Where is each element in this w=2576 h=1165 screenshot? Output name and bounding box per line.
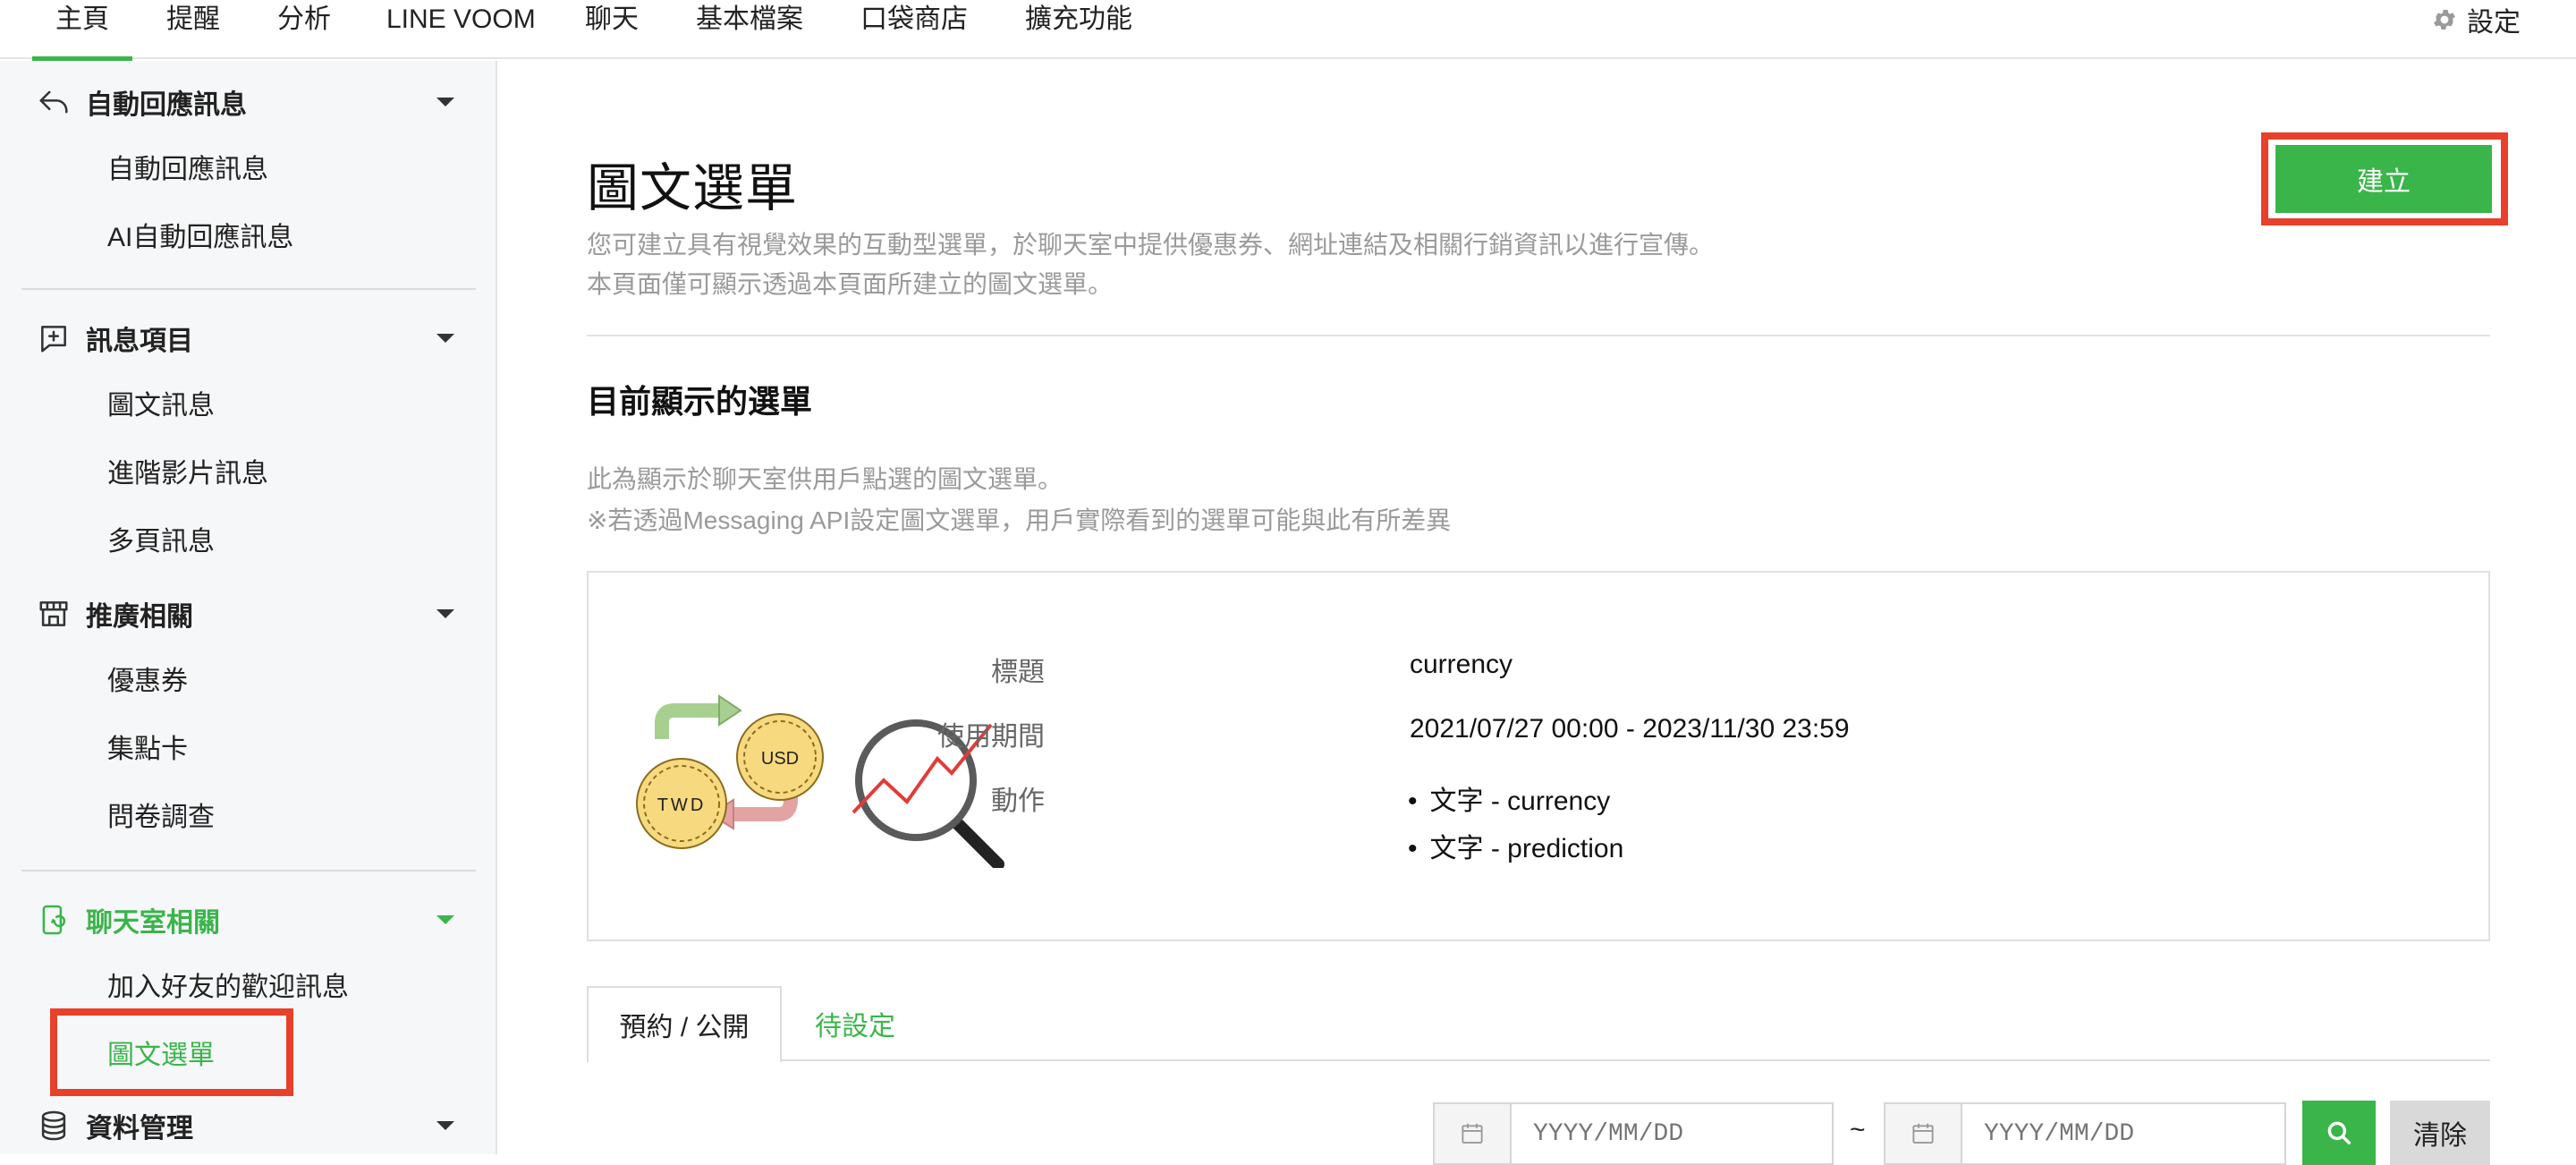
sidebar-item-coupon[interactable]: 優惠券 bbox=[107, 664, 188, 700]
tab-line-voom[interactable]: LINE VOOM bbox=[386, 0, 536, 59]
calendar-icon[interactable] bbox=[1435, 1104, 1512, 1163]
divider bbox=[21, 288, 476, 290]
sidebar-item-card-message[interactable]: 多頁訊息 bbox=[107, 524, 215, 560]
main-content: 圖文選單 建立 您可建立具有視覺效果的互動型選單，於聊天室中提供優惠券、網址連結… bbox=[499, 61, 2576, 1165]
page-description-note: 本頁面僅可顯示透過本頁面所建立的圖文選單。 bbox=[587, 270, 1114, 298]
tab-scheduled-public[interactable]: 預約 / 公開 bbox=[587, 986, 782, 1063]
calendar-icon[interactable] bbox=[1885, 1104, 1962, 1163]
chevron-down-icon bbox=[436, 1121, 454, 1130]
tab-home[interactable]: 主頁 bbox=[32, 0, 132, 61]
sidebar-group-message-items[interactable]: 訊息項目 bbox=[36, 311, 465, 365]
menu-status-tabs: 預約 / 公開 待設定 bbox=[587, 986, 2490, 1063]
start-date-field[interactable] bbox=[1433, 1102, 1834, 1165]
tab-chat[interactable]: 聊天 bbox=[585, 0, 639, 59]
start-date-input[interactable] bbox=[1512, 1104, 1780, 1163]
tab-pocket-shop[interactable]: 口袋商店 bbox=[860, 0, 968, 59]
action-item: 文字 - prediction bbox=[1408, 826, 1624, 865]
current-menu-card[interactable]: USD TWD 標題 currency 使用期間 2021/07/27 00:0… bbox=[587, 571, 2490, 941]
period-label: 使用期間 bbox=[937, 722, 1045, 752]
sidebar-group-label: 聊天室相關 bbox=[86, 908, 220, 938]
title-label: 標題 bbox=[991, 658, 1045, 687]
sidebar-item-rich-message[interactable]: 圖文訊息 bbox=[107, 388, 215, 424]
chevron-down-icon bbox=[436, 98, 454, 106]
tab-reminders[interactable]: 提醒 bbox=[166, 0, 220, 59]
sidebar-item-ai-auto-reply[interactable]: AI自動回應訊息 bbox=[107, 220, 293, 256]
chevron-down-icon bbox=[436, 334, 454, 343]
clear-button[interactable]: 清除 bbox=[2390, 1101, 2490, 1165]
sidebar-group-label: 推廣相關 bbox=[86, 602, 193, 632]
sidebar-item-survey[interactable]: 問卷調查 bbox=[107, 800, 215, 836]
phone-chat-icon bbox=[36, 902, 72, 938]
page-title: 圖文選單 bbox=[587, 159, 799, 217]
create-button[interactable]: 建立 bbox=[2275, 145, 2492, 213]
sidebar-item-video-message[interactable]: 進階影片訊息 bbox=[107, 456, 268, 492]
settings-button[interactable]: 設定 bbox=[2431, 0, 2521, 39]
svg-text:TWD: TWD bbox=[657, 795, 707, 815]
tab-analytics[interactable]: 分析 bbox=[277, 0, 331, 59]
sidebar-item-auto-reply[interactable]: 自動回應訊息 bbox=[107, 152, 268, 188]
page-description: 您可建立具有視覺效果的互動型選單，於聊天室中提供優惠券、網址連結及相關行銷資訊以… bbox=[587, 231, 1715, 259]
gear-icon bbox=[2434, 10, 2455, 30]
tab-extensions[interactable]: 擴充功能 bbox=[1025, 0, 1132, 59]
end-date-field[interactable] bbox=[1884, 1102, 2286, 1165]
database-icon bbox=[36, 1108, 72, 1144]
store-icon bbox=[36, 596, 72, 632]
svg-text:USD: USD bbox=[761, 749, 799, 769]
divider bbox=[587, 335, 2490, 336]
top-navigation: 主頁 提醒 分析 LINE VOOM 聊天 基本檔案 口袋商店 擴充功能 設定 bbox=[0, 0, 2576, 61]
sidebar-group-promotion[interactable]: 推廣相關 bbox=[36, 587, 465, 641]
period-value: 2021/07/27 00:00 - 2023/11/30 23:59 bbox=[1410, 714, 1850, 744]
settings-label: 設定 bbox=[2467, 8, 2521, 38]
sidebar-group-label: 資料管理 bbox=[86, 1114, 193, 1144]
sidebar-group-chat-room[interactable]: 聊天室相關 bbox=[36, 893, 465, 947]
sidebar-group-data-management[interactable]: 資料管理 bbox=[36, 1099, 465, 1152]
reply-icon bbox=[36, 84, 72, 120]
sidebar-group-label: 自動回應訊息 bbox=[86, 90, 247, 120]
chevron-down-icon bbox=[436, 915, 454, 924]
sidebar-group-auto-reply[interactable]: 自動回應訊息 bbox=[36, 75, 465, 129]
sidebar: 自動回應訊息 自動回應訊息 AI自動回應訊息 訊息項目 圖文訊息 進階影片訊息 … bbox=[0, 61, 497, 1154]
message-plus-icon bbox=[36, 320, 72, 356]
end-date-input[interactable] bbox=[1962, 1104, 2231, 1163]
sidebar-group-label: 訊息項目 bbox=[86, 327, 193, 356]
title-value: currency bbox=[1410, 650, 1513, 679]
tab-profile[interactable]: 基本檔案 bbox=[696, 0, 803, 59]
highlight-frame bbox=[50, 1008, 293, 1096]
chevron-down-icon bbox=[436, 609, 454, 618]
current-menu-note: ※若透過Messaging API設定圖文選單，用戶實際看到的選單可能與此有所差… bbox=[587, 506, 1452, 534]
divider bbox=[21, 870, 476, 872]
action-item: 文字 - currency bbox=[1408, 778, 1611, 818]
action-label: 動作 bbox=[991, 787, 1045, 816]
tab-draft[interactable]: 待設定 bbox=[784, 986, 927, 1061]
current-menu-description: 此為顯示於聊天室供用戶點選的圖文選單。 bbox=[587, 465, 1063, 493]
current-menu-heading: 目前顯示的選單 bbox=[587, 383, 813, 420]
sidebar-item-reward-card[interactable]: 集點卡 bbox=[107, 732, 188, 768]
search-button[interactable] bbox=[2302, 1101, 2376, 1165]
date-range-separator: ~ bbox=[1850, 1115, 1866, 1144]
search-icon bbox=[2327, 1121, 2351, 1145]
sidebar-item-welcome-message[interactable]: 加入好友的歡迎訊息 bbox=[107, 970, 349, 1006]
